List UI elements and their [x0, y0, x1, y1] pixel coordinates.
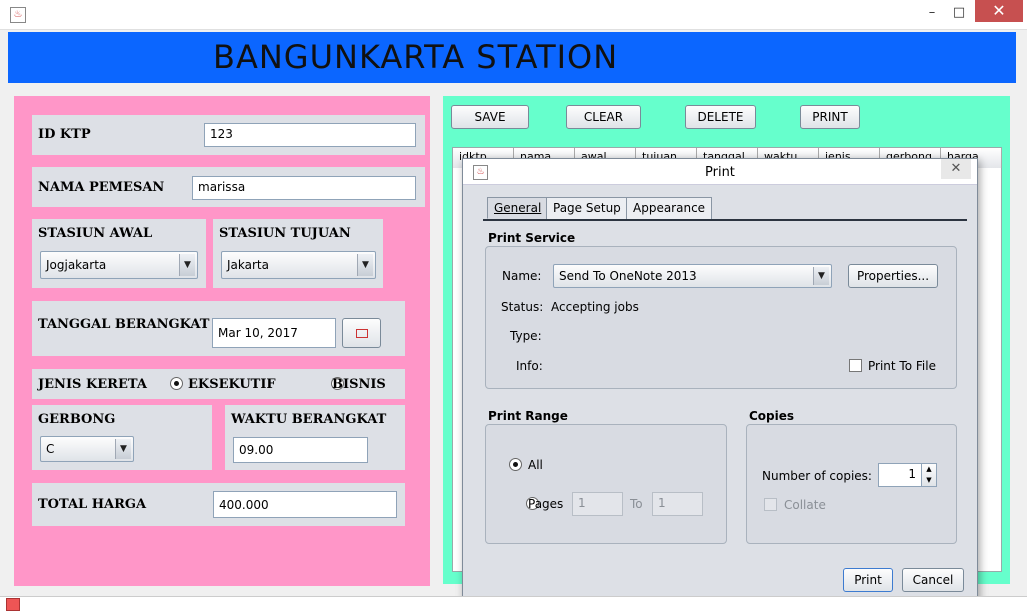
jenis-kereta-label: JENIS KERETA: [38, 377, 147, 392]
tanggal-input[interactable]: Mar 10, 2017: [212, 318, 336, 348]
gerbong-value: C: [46, 442, 55, 456]
gerbong-label: GERBONG: [38, 412, 116, 427]
waktu-input[interactable]: 09.00: [233, 437, 368, 463]
id-ktp-input[interactable]: 123: [204, 123, 416, 147]
stasiun-tujuan-select[interactable]: Jakarta ▼: [221, 251, 376, 279]
java-app-icon: ♨: [10, 7, 26, 23]
printer-value: Send To OneNote 2013: [559, 269, 697, 283]
calendar-button[interactable]: [342, 318, 381, 348]
print-dialog-title: Print: [705, 165, 735, 180]
properties-button[interactable]: Properties...: [848, 264, 938, 288]
print-dialog: ♨ Print ✕ General Page Setup Appearance …: [462, 158, 978, 604]
radio-all[interactable]: [509, 458, 522, 471]
eksekutif-label: EKSEKUTIF: [188, 377, 276, 392]
waktu-label: WAKTU BERANGKAT: [231, 412, 387, 427]
java-app-icon[interactable]: [6, 598, 20, 611]
printer-select[interactable]: Send To OneNote 2013 ▼: [553, 264, 832, 288]
tab-page-setup[interactable]: Page Setup: [546, 197, 628, 219]
num-copies-label: Number of copies:: [762, 469, 872, 483]
stasiun-awal-label: STASIUN AWAL: [38, 226, 153, 241]
nama-pemesan-group: NAMA PEMESAN marissa: [32, 167, 425, 207]
printer-name-label: Name:: [502, 269, 542, 283]
all-label: All: [528, 458, 543, 472]
print-button[interactable]: PRINT: [800, 105, 860, 129]
print-to-file-label: Print To File: [868, 359, 936, 373]
chevron-down-icon: ▼: [115, 439, 131, 459]
tab-underline: [483, 219, 967, 221]
tanggal-label: TANGGAL BERANGKAT: [38, 317, 210, 332]
chevron-down-icon: ▼: [813, 267, 829, 285]
waktu-group: WAKTU BERANGKAT 09.00: [225, 405, 405, 470]
print-confirm-button[interactable]: Print: [843, 568, 893, 592]
app-header: BANGUNKARTA STATION: [8, 32, 1016, 83]
total-harga-group: TOTAL HARGA 400.000: [32, 483, 405, 526]
gerbong-select[interactable]: C ▼: [40, 436, 134, 462]
print-service-panel: Name: Send To OneNote 2013 ▼ Properties.…: [485, 246, 957, 389]
calendar-icon: [355, 329, 368, 338]
stasiun-awal-select[interactable]: Jogjakarta ▼: [40, 251, 198, 279]
jenis-kereta-group: JENIS KERETA EKSEKUTIF BISNIS: [32, 369, 405, 399]
type-label: Type:: [510, 329, 542, 343]
close-button[interactable]: ✕: [975, 0, 1023, 22]
nama-pemesan-input[interactable]: marissa: [192, 176, 416, 200]
window-titlebar: ♨ – □ ✕: [0, 0, 1027, 30]
save-button[interactable]: SAVE: [451, 105, 529, 129]
info-label: Info:: [516, 359, 543, 373]
copies-spinner[interactable]: ▲ ▼: [921, 463, 937, 487]
taskbar-strip: [0, 596, 1027, 612]
minimize-button[interactable]: –: [917, 4, 947, 22]
radio-eksekutif[interactable]: [170, 377, 183, 390]
delete-button[interactable]: DELETE: [685, 105, 756, 129]
collate-label: Collate: [784, 498, 826, 512]
pages-from-input[interactable]: 1: [572, 492, 623, 516]
total-harga-input[interactable]: 400.000: [213, 491, 397, 518]
copies-panel: Number of copies: 1 ▲ ▼ Collate: [746, 424, 957, 544]
stasiun-tujuan-label: STASIUN TUJUAN: [219, 226, 351, 241]
java-app-icon: ♨: [473, 165, 488, 180]
tab-general[interactable]: General: [487, 197, 549, 219]
nama-pemesan-label: NAMA PEMESAN: [38, 180, 165, 195]
cancel-button[interactable]: Cancel: [902, 568, 964, 592]
gerbong-group: GERBONG C ▼: [32, 405, 212, 470]
dialog-close-button[interactable]: ✕: [941, 159, 971, 179]
tab-appearance[interactable]: Appearance: [626, 197, 713, 219]
print-dialog-titlebar: ♨ Print ✕: [463, 159, 977, 185]
stasiun-awal-value: Jogjakarta: [46, 258, 107, 272]
pages-label: Pages: [528, 497, 564, 511]
app-title: BANGUNKARTA STATION: [213, 38, 619, 76]
collate-checkbox[interactable]: [764, 498, 777, 511]
id-ktp-group: ID KTP 123: [32, 115, 425, 155]
print-to-file-checkbox[interactable]: [849, 359, 862, 372]
num-copies-input[interactable]: 1: [878, 463, 922, 487]
stasiun-awal-group: STASIUN AWAL Jogjakarta ▼: [32, 219, 206, 288]
stasiun-tujuan-value: Jakarta: [227, 258, 269, 272]
id-ktp-label: ID KTP: [38, 127, 91, 142]
stasiun-tujuan-group: STASIUN TUJUAN Jakarta ▼: [213, 219, 383, 288]
clear-button[interactable]: CLEAR: [566, 105, 641, 129]
total-harga-label: TOTAL HARGA: [38, 497, 147, 512]
status-value: Accepting jobs: [551, 300, 639, 314]
pages-to-input[interactable]: 1: [652, 492, 703, 516]
maximize-button[interactable]: □: [944, 4, 974, 22]
status-label: Status:: [501, 300, 544, 314]
print-range-title: Print Range: [488, 409, 568, 423]
copies-title: Copies: [749, 409, 795, 423]
tanggal-group: TANGGAL BERANGKAT Mar 10, 2017: [32, 301, 405, 356]
print-range-panel: All Pages 1 To 1: [485, 424, 727, 544]
to-label: To: [630, 497, 643, 511]
chevron-down-icon: ▼: [357, 254, 373, 276]
print-service-title: Print Service: [488, 231, 576, 245]
bisnis-label: BISNIS: [332, 377, 386, 392]
chevron-down-icon: ▼: [179, 254, 195, 276]
